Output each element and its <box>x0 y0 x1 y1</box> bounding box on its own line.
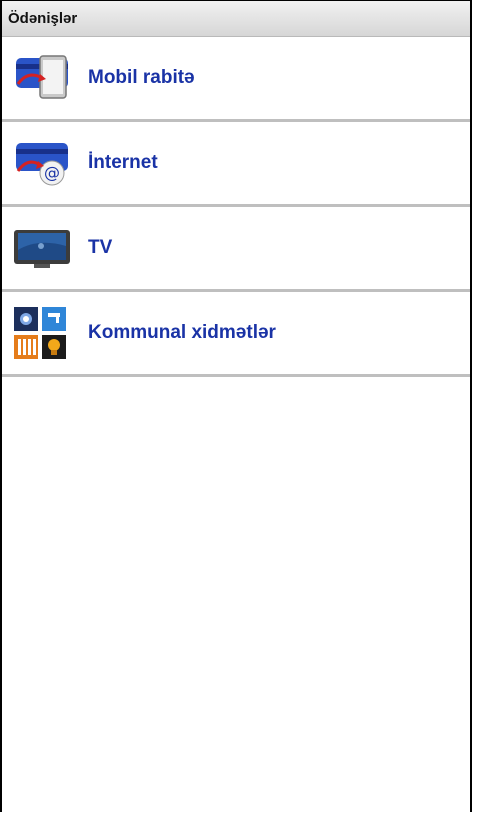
screen-header: Ödənişlər <box>2 1 470 37</box>
payments-screen: Ödənişlər Mobil rabitə @ İnternet TV Kom… <box>0 0 472 812</box>
menu-item-internet[interactable]: @ İnternet <box>2 122 470 207</box>
menu-item-mobile[interactable]: Mobil rabitə <box>2 37 470 122</box>
menu-item-label: Kommunal xidmətlər <box>88 322 276 343</box>
tv-icon <box>8 218 76 278</box>
screen-title: Ödənişlər <box>8 10 78 27</box>
svg-text:@: @ <box>44 163 60 182</box>
menu-item-utilities[interactable]: Kommunal xidmətlər <box>2 292 470 377</box>
menu-item-label: Mobil rabitə <box>88 67 195 88</box>
menu-item-label: İnternet <box>88 152 158 173</box>
menu-item-label: TV <box>88 237 113 258</box>
utilities-icon <box>8 303 76 363</box>
menu-item-tv[interactable]: TV <box>2 207 470 292</box>
mobile-card-icon <box>8 48 76 108</box>
payment-category-list: Mobil rabitə @ İnternet TV Kommunal xidm… <box>2 37 470 377</box>
internet-card-icon: @ <box>8 133 76 193</box>
